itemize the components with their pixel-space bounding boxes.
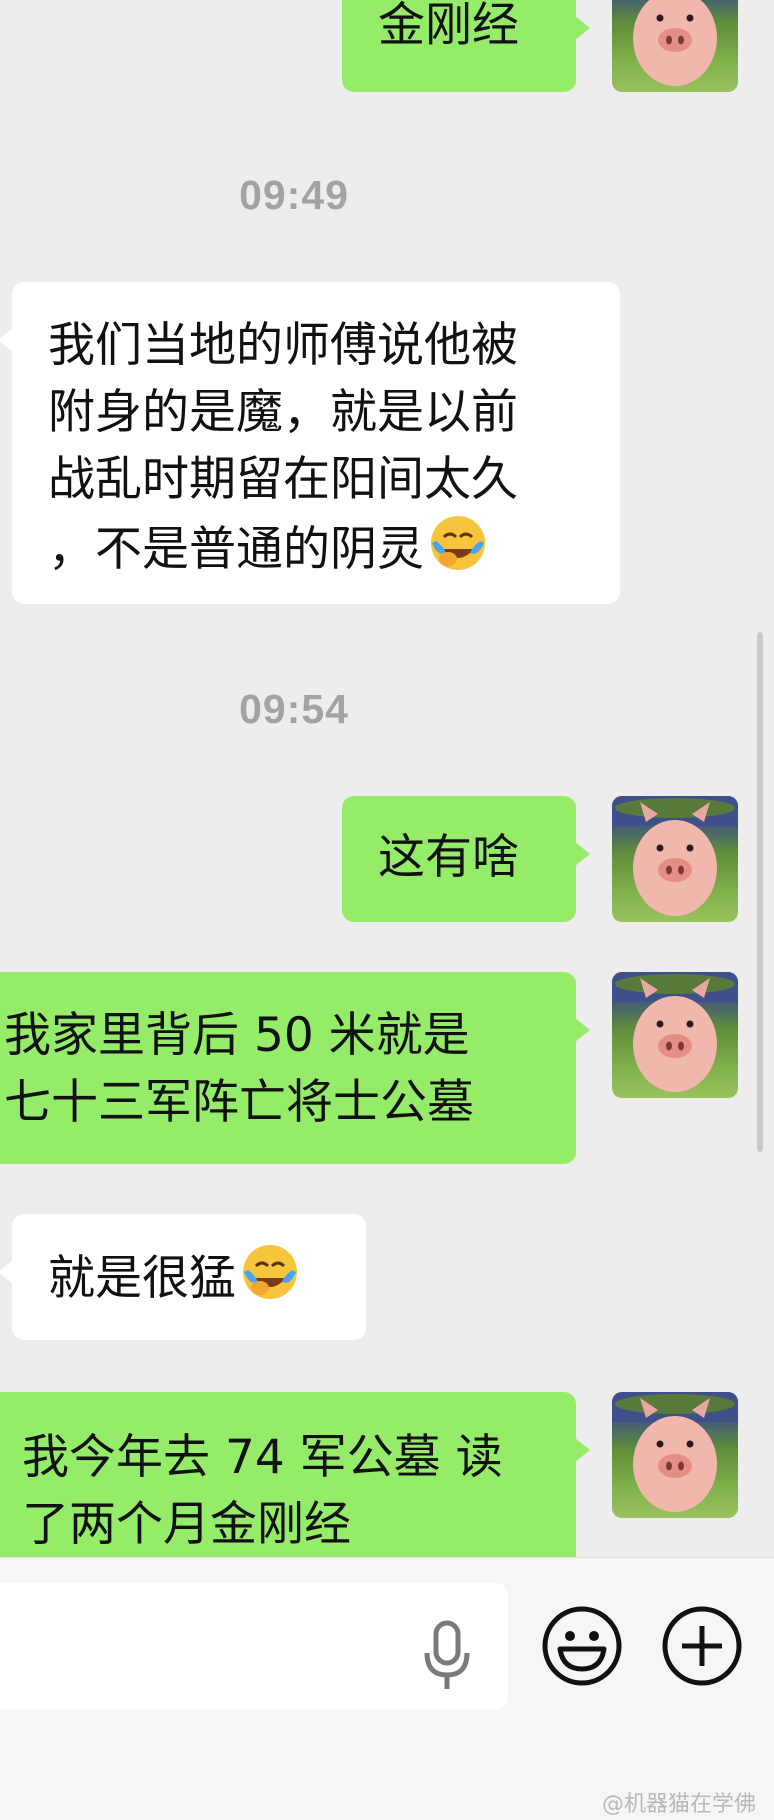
message-line: 我今年去 74 军公墓 读 <box>22 1430 503 1485</box>
outgoing-message[interactable]: 金刚经 <box>342 0 590 92</box>
scrollbar[interactable] <box>757 632 763 1152</box>
outgoing-message[interactable]: 这有啥 <box>342 796 590 922</box>
outgoing-message[interactable]: 我家里背后 50 米就是 七十三军阵亡将士公墓 <box>0 972 590 1164</box>
message-line: 这有啥 <box>378 830 519 885</box>
message-line: 战乱时期留在阳间太久 <box>48 452 518 507</box>
pig-avatar[interactable] <box>612 972 738 1098</box>
timestamp: 09:49 <box>239 172 349 218</box>
pig-avatar[interactable] <box>612 796 738 922</box>
incoming-message[interactable]: 就是很猛 <box>0 1214 366 1340</box>
outgoing-message[interactable]: 我今年去 74 军公墓 读 了两个月金刚经 <box>0 1392 590 1557</box>
message-line: 七十三军阵亡将士公墓 <box>4 1075 474 1130</box>
incoming-message[interactable]: 我们当地的师傅说他被 附身的是魔，就是以前 战乱时期留在阳间太久 ，不是普通的阴… <box>0 282 620 604</box>
message-line: 了两个月金刚经 <box>22 1497 351 1552</box>
message-line: ，不是普通的阴灵 <box>48 513 620 583</box>
face-with-tears-of-joy-icon <box>243 1245 297 1299</box>
pig-avatar-image <box>612 1392 738 1512</box>
message-line: 就是很猛 <box>48 1242 366 1312</box>
pig-avatar-image <box>612 796 738 916</box>
message-line: 我家里背后 50 米就是 <box>4 1008 470 1063</box>
pig-avatar-image <box>633 0 717 86</box>
message-line: 金刚经 <box>378 0 519 53</box>
message-line: 我们当地的师傅说他被 <box>48 318 518 373</box>
plus-icon[interactable] <box>661 1605 743 1687</box>
pig-avatar[interactable] <box>612 1392 738 1518</box>
microphone-icon[interactable] <box>417 1613 477 1699</box>
timestamp: 09:54 <box>239 686 349 732</box>
chat-area[interactable]: 金刚经 09:49 我们当地的师傅说他被 附身的是魔，就是以前 战乱时期留在阳间… <box>0 0 774 1557</box>
input-bar <box>0 1557 774 1820</box>
watermark: @机器猫在学佛 <box>601 1792 756 1817</box>
face-with-tears-of-joy-icon <box>431 516 485 570</box>
message-line: 附身的是魔，就是以前 <box>48 385 518 440</box>
emoji-icon[interactable] <box>541 1605 623 1687</box>
pig-avatar-image <box>612 972 738 1092</box>
pig-avatar[interactable] <box>612 0 738 92</box>
